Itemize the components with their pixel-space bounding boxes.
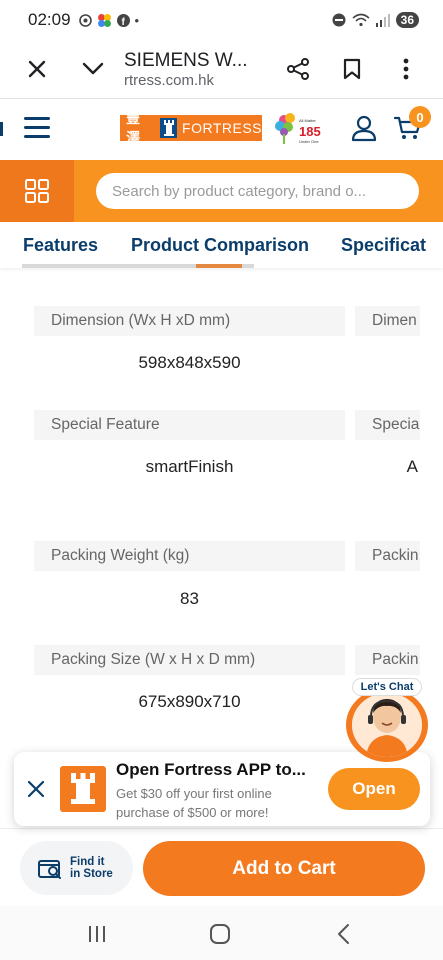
banner-title: Open Fortress APP to... xyxy=(116,760,306,779)
home-icon[interactable] xyxy=(208,922,232,946)
edge-mark xyxy=(0,122,3,136)
anniversary-logo: All Matter 185 Under One xyxy=(275,113,321,144)
cart-count-badge: 0 xyxy=(409,106,431,128)
spec-label-dimension: Dimension (Wx H xD mm) xyxy=(34,306,345,336)
store-search-icon xyxy=(38,860,61,879)
categories-button[interactable] xyxy=(0,160,74,222)
logo-chinese: 豐澤 xyxy=(126,110,141,146)
page-title-area[interactable]: SIEMENS W... rtress.com.hk xyxy=(124,50,277,89)
spec-value-packing-size: 675x890x710 xyxy=(138,692,241,711)
open-app-button[interactable]: Open xyxy=(328,768,420,810)
tab-specifications[interactable]: Specificat xyxy=(341,235,426,256)
browser-toolbar: SIEMENS W... rtress.com.hk xyxy=(0,40,443,98)
spec-label-packing-weight: Packing Weight (kg) xyxy=(34,541,345,571)
spec-label-packing-weight-col2: Packin xyxy=(355,541,420,571)
pinwheel-icon xyxy=(97,13,111,27)
bookmark-icon xyxy=(343,58,361,80)
tower-icon xyxy=(160,118,178,138)
lets-chat-label[interactable]: Let's Chat xyxy=(352,678,422,696)
wifi-icon xyxy=(352,13,370,27)
system-nav-bar xyxy=(0,906,443,960)
spec-value-dimension: 598x848x590 xyxy=(138,353,241,372)
site-header: 豐澤 FORTRESS All Matter 185 Under One xyxy=(0,99,443,160)
app-download-banner: Open Fortress APP to... Get $30 off your… xyxy=(14,752,430,826)
share-button[interactable] xyxy=(277,48,319,90)
section-tabs: Features Product Comparison Specificat xyxy=(0,222,443,268)
spec-value-special-feature-col2: A xyxy=(406,457,418,476)
add-to-cart-button[interactable]: Add to Cart xyxy=(143,841,425,896)
close-tab-button[interactable] xyxy=(16,48,58,90)
status-dot: • xyxy=(134,12,140,28)
status-bar: 02:09 f • 36 xyxy=(0,0,443,40)
spec-label-packing-size: Packing Size (W x H x D mm) xyxy=(34,645,345,675)
banner-subtitle: Get $30 off your first online purchase o… xyxy=(116,786,272,820)
find-line1: Find it xyxy=(70,856,105,868)
close-banner-icon[interactable] xyxy=(24,777,48,801)
battery-indicator: 36 xyxy=(395,12,419,28)
tab-features[interactable]: Features xyxy=(23,235,98,256)
page-title: SIEMENS W... xyxy=(124,49,248,71)
spec-label-special-feature: Special Feature xyxy=(34,410,345,440)
search-input[interactable]: Search by product category, brand o... xyxy=(96,173,419,209)
spec-label-special-feature-col2: Specia xyxy=(355,410,420,440)
chevron-down-icon xyxy=(82,62,104,75)
account-icon[interactable] xyxy=(350,114,378,142)
spec-label-packing-size-col2: Packin xyxy=(355,645,420,675)
page-url: rtress.com.hk xyxy=(124,71,215,89)
chat-agent-avatar xyxy=(352,693,422,757)
status-time: 02:09 xyxy=(28,10,71,29)
spec-value-packing-weight: 83 xyxy=(180,589,199,608)
find-in-store-label: Find it in Store xyxy=(70,856,113,880)
facebook-icon: f xyxy=(116,13,130,27)
close-icon xyxy=(28,60,46,78)
share-icon xyxy=(287,58,309,80)
grid-icon xyxy=(25,179,49,203)
notification-icons: f • xyxy=(78,12,140,28)
recent-apps-icon[interactable] xyxy=(85,922,109,946)
find-line2: in Store xyxy=(70,868,113,880)
dnd-icon xyxy=(332,13,346,27)
bottom-action-bar: Find it in Store Add to Cart xyxy=(0,828,443,906)
status-right: 36 xyxy=(332,12,419,28)
more-vertical-icon xyxy=(403,58,409,80)
spec-label-dimension-col2: Dimen xyxy=(355,306,420,336)
logo-english: FORTRESS xyxy=(182,120,262,136)
svg-text:185: 185 xyxy=(299,124,321,139)
search-band: Search by product category, brand o... xyxy=(0,160,443,222)
find-in-store-button[interactable]: Find it in Store xyxy=(20,841,133,895)
svg-text:Under One: Under One xyxy=(299,139,319,144)
svg-text:All Matter: All Matter xyxy=(299,118,317,123)
back-icon[interactable] xyxy=(332,922,356,946)
camera-icon xyxy=(78,13,92,27)
tab-product-comparison[interactable]: Product Comparison xyxy=(131,235,309,256)
chat-agent-button[interactable] xyxy=(346,688,428,762)
spec-value-special-feature: smartFinish xyxy=(145,457,234,476)
browser-menu-button[interactable] xyxy=(385,48,427,90)
fortress-logo[interactable]: 豐澤 FORTRESS xyxy=(120,110,262,146)
menu-icon[interactable] xyxy=(24,117,50,141)
fortress-app-logo xyxy=(60,766,106,812)
expand-toolbar-button[interactable] xyxy=(72,48,114,90)
signal-icon xyxy=(375,13,390,27)
bookmark-button[interactable] xyxy=(331,48,373,90)
